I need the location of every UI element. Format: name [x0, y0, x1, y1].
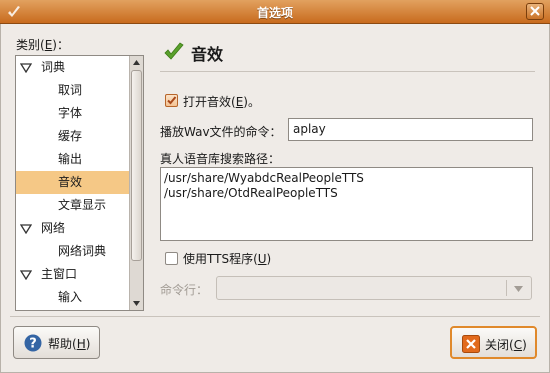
window-title: 首选项 [256, 6, 293, 20]
close-icon [462, 335, 480, 353]
tree-item-network[interactable]: 网络 [16, 217, 129, 240]
wav-command-input[interactable]: aplay [288, 118, 533, 141]
wav-command-label: 播放Wav文件的命令： [160, 125, 282, 139]
tree-scrollbar[interactable] [129, 56, 143, 310]
help-icon: ? [24, 334, 42, 352]
expander-down-icon[interactable] [20, 270, 32, 280]
window-close-button[interactable] [526, 3, 544, 20]
command-line-combo [216, 276, 532, 300]
tree-item-article-display[interactable]: 文章显示 [16, 194, 129, 217]
svg-text:?: ? [29, 337, 37, 352]
dropdown-arrow-icon [514, 286, 523, 292]
title-bar[interactable]: 首选项 [0, 0, 550, 24]
use-tts-checkbox[interactable] [165, 252, 178, 265]
combo-separator [506, 280, 507, 296]
close-button[interactable]: 关闭(C) [450, 326, 537, 359]
expander-down-icon[interactable] [20, 224, 32, 234]
tree-item-font[interactable]: 字体 [16, 102, 129, 125]
scroll-up-icon[interactable] [130, 56, 143, 70]
button-bar-divider [10, 316, 540, 317]
enable-sound-label[interactable]: 打开音效(E)。 [183, 93, 260, 110]
category-tree[interactable]: 词典 取词 字体 缓存 输出 音效 文章显示 网络 网络词典 主窗口 输入 [15, 55, 144, 311]
tree-item-output[interactable]: 输出 [16, 148, 129, 171]
tree-item-cache[interactable]: 缓存 [16, 125, 129, 148]
help-button[interactable]: ? 帮助(H) [13, 326, 100, 359]
tree-item-main-window[interactable]: 主窗口 [16, 263, 129, 286]
tree-item-dict[interactable]: 词典 [16, 56, 129, 79]
category-label: 类别(E)： [16, 38, 69, 52]
command-line-label: 命令行： [160, 283, 209, 297]
tree-item-capture[interactable]: 取词 [16, 79, 129, 102]
tree-item-sound[interactable]: 音效 [16, 171, 129, 194]
checkmark-icon [164, 42, 184, 60]
tts-path-line: /usr/share/WyabdcRealPeopleTTS [164, 171, 364, 185]
tree-item-input[interactable]: 输入 [16, 286, 129, 309]
tts-path-line: /usr/share/OtdRealPeopleTTS [164, 186, 338, 200]
expander-down-icon[interactable] [20, 63, 32, 73]
check-icon [167, 96, 177, 105]
scrollbar-thumb[interactable] [131, 70, 142, 261]
close-icon [530, 6, 540, 16]
tts-path-textarea[interactable]: /usr/share/WyabdcRealPeopleTTS /usr/shar… [160, 167, 533, 241]
use-tts-label[interactable]: 使用TTS程序(U) [183, 250, 271, 267]
tts-path-label: 真人语音库搜索路径： [160, 152, 281, 166]
section-divider [160, 71, 535, 72]
scroll-down-icon[interactable] [130, 296, 143, 310]
section-title: 音效 [191, 45, 224, 64]
enable-sound-checkbox[interactable] [165, 94, 178, 107]
tree-item-network-dict[interactable]: 网络词典 [16, 240, 129, 263]
